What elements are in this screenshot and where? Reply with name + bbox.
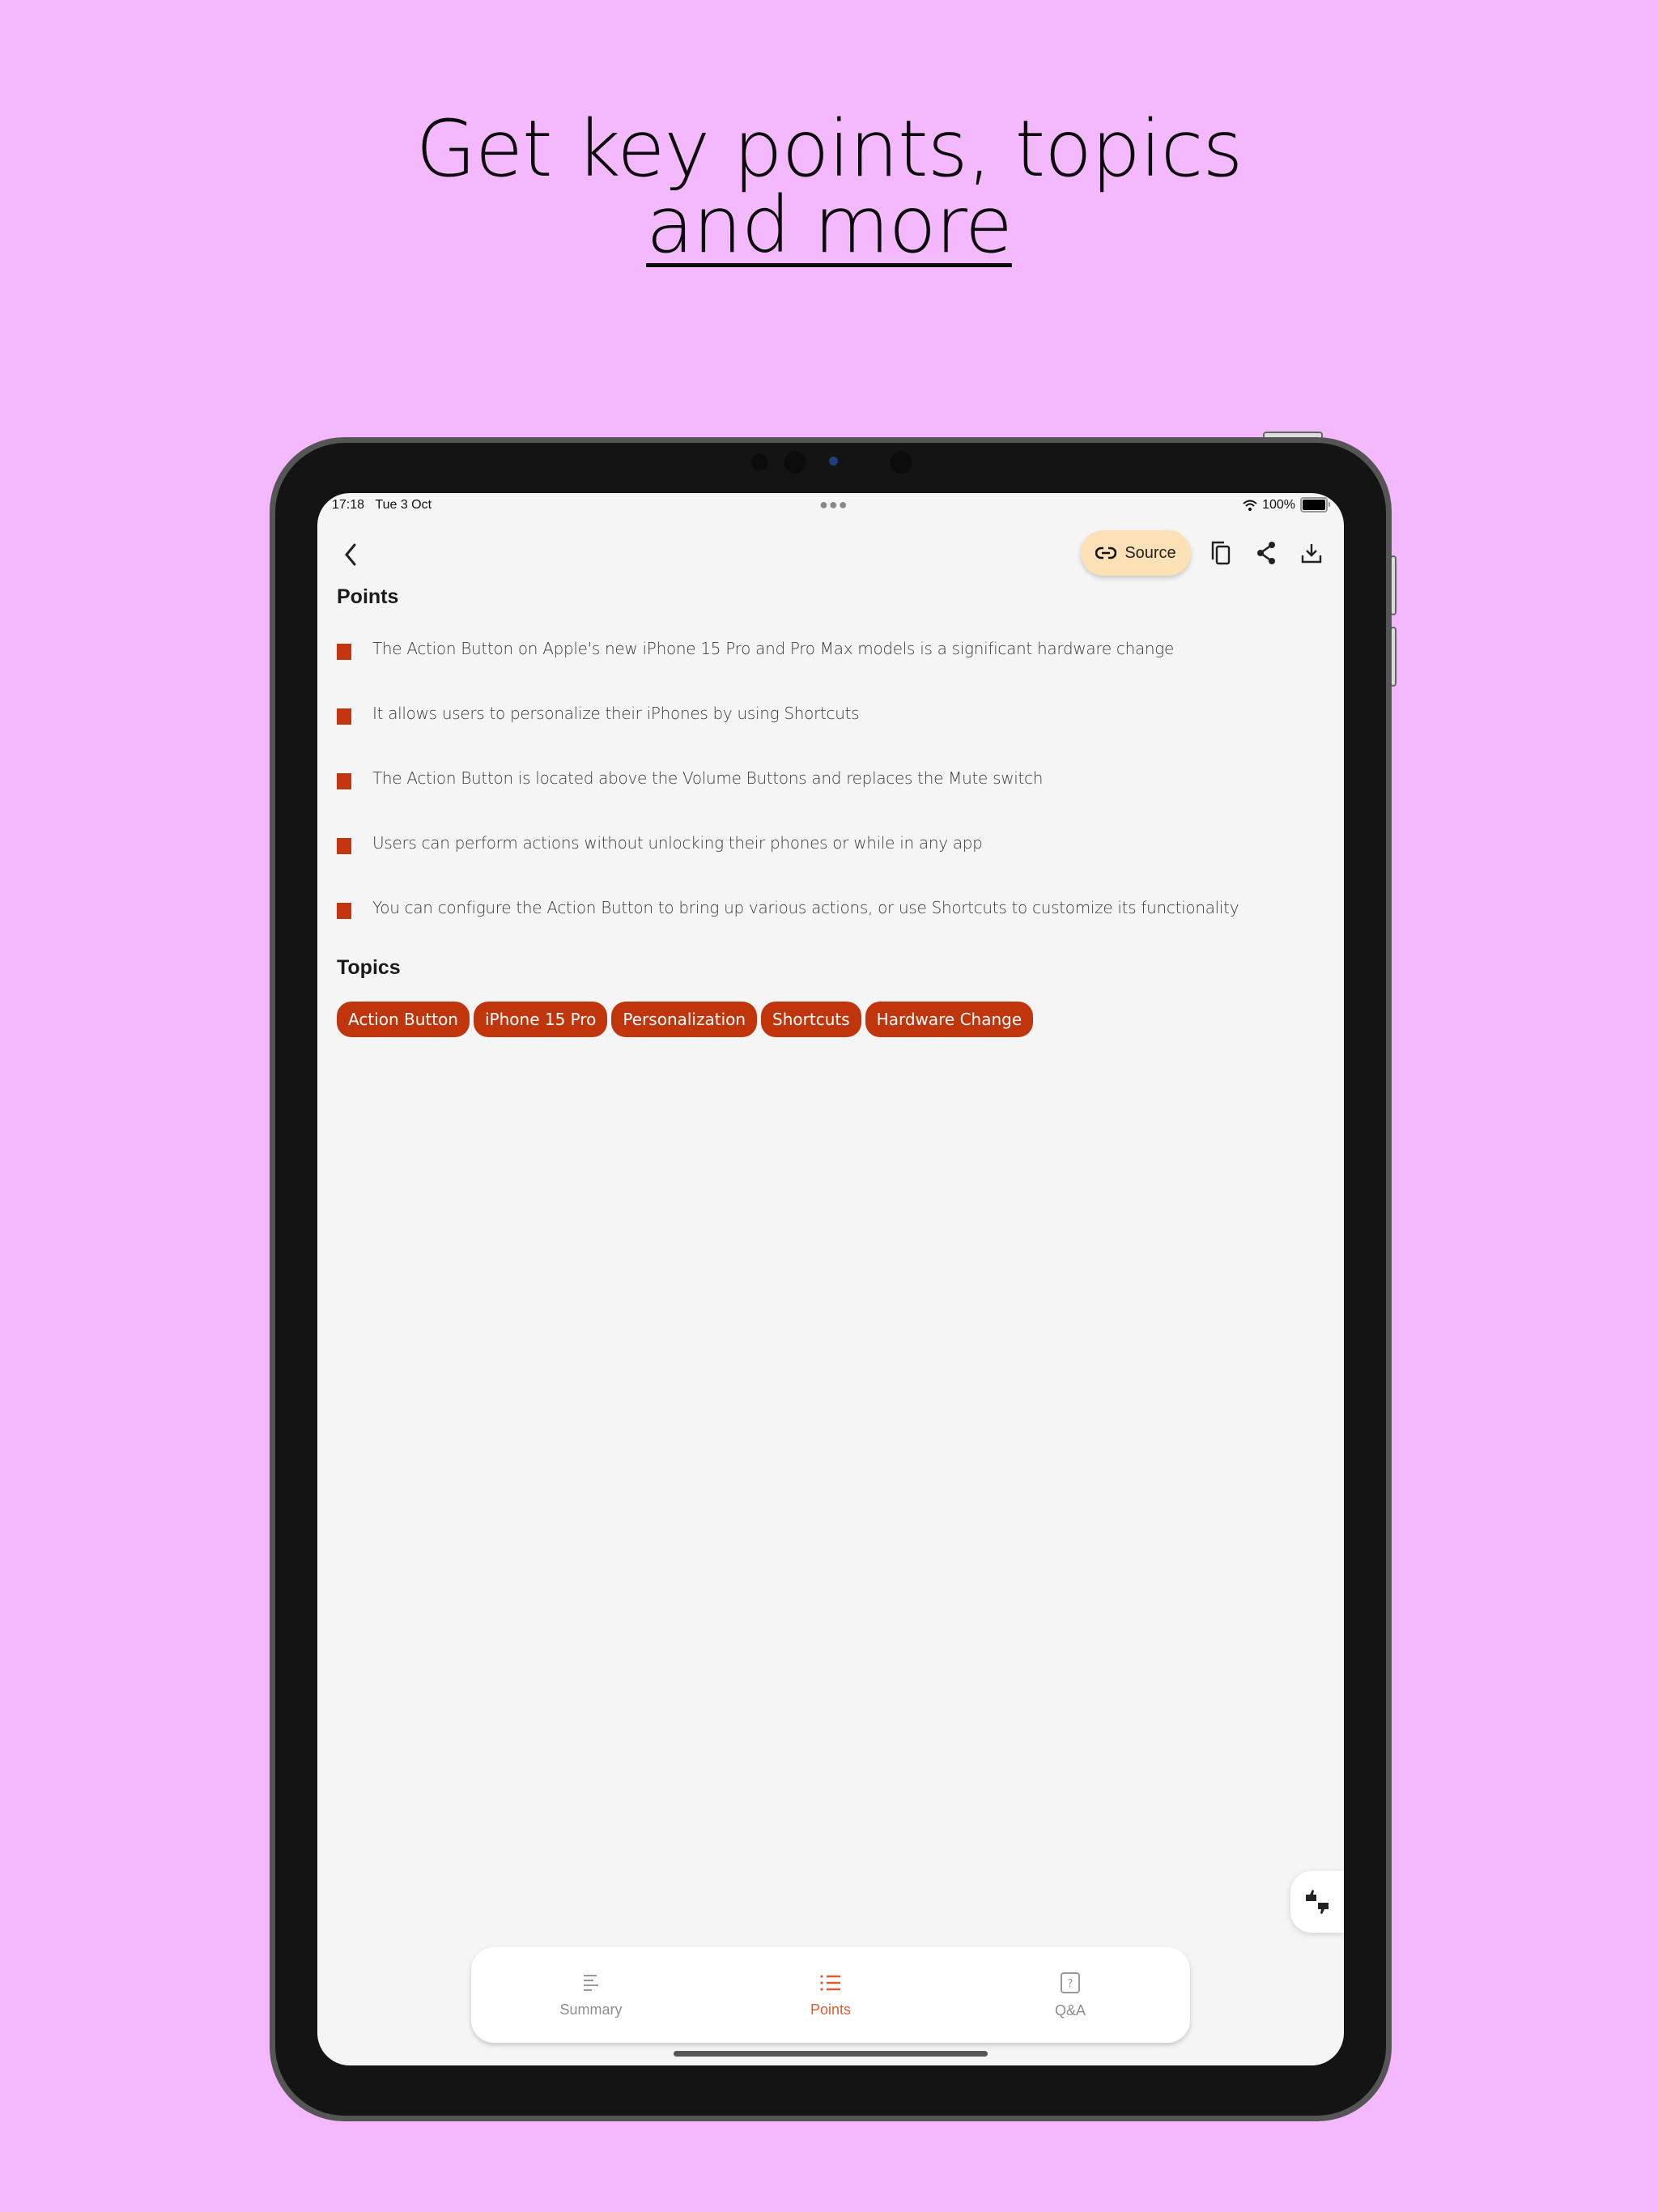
- tab-points[interactable]: Points: [711, 1947, 950, 2043]
- sensor: [784, 451, 806, 474]
- tab-label: Summary: [559, 2001, 623, 2018]
- multitasking-dots-icon[interactable]: ●●●: [819, 496, 848, 513]
- status-time: 17:18 Tue 3 Oct: [332, 498, 432, 513]
- topic-chip[interactable]: Personalization: [611, 1002, 758, 1037]
- headline-line-2: and more: [0, 180, 1658, 270]
- points-list: The Action Button on Apple's new iPhone …: [337, 639, 1308, 963]
- thumbs-up-down-icon: [1306, 1890, 1329, 1914]
- home-indicator[interactable]: [674, 2051, 988, 2057]
- point-item: You can configure the Action Button to b…: [337, 898, 1308, 963]
- time: 17:18: [332, 498, 365, 512]
- back-button[interactable]: [334, 537, 369, 572]
- copy-button[interactable]: [1203, 535, 1239, 571]
- tab-label: Q&A: [1054, 2001, 1086, 2018]
- sensor: [751, 453, 767, 471]
- wifi-icon: [1243, 500, 1257, 511]
- source-button[interactable]: Source: [1081, 530, 1191, 576]
- topics-heading: Topics: [337, 956, 401, 979]
- battery-percent: 100%: [1262, 497, 1295, 512]
- status-bar: 17:18 Tue 3 Oct ●●● 100%: [317, 493, 1344, 521]
- tab-label: Points: [810, 2001, 852, 2018]
- bullet-square-icon: [337, 708, 351, 725]
- copy-icon: [1211, 541, 1231, 565]
- point-item: It allows users to personalize their iPh…: [337, 704, 1308, 768]
- date: Tue 3 Oct: [375, 498, 432, 512]
- points-heading: Points: [337, 585, 399, 608]
- bullet-square-icon: [337, 903, 351, 919]
- app-screen: 17:18 Tue 3 Oct ●●● 100% Source Points T…: [317, 493, 1344, 2065]
- chevron-left-icon: [345, 543, 356, 566]
- battery-icon: [1300, 497, 1330, 513]
- topic-chip[interactable]: Action Button: [337, 1002, 470, 1037]
- tab-summary[interactable]: Summary: [471, 1947, 711, 2043]
- tab-qa[interactable]: ? Q&A: [950, 1947, 1190, 2043]
- list-icon: [820, 1974, 840, 1991]
- bullet-square-icon: [337, 838, 351, 854]
- point-text: The Action Button on Apple's new iPhone …: [372, 639, 1174, 658]
- point-item: The Action Button is located above the V…: [337, 768, 1308, 833]
- topic-chip[interactable]: Shortcuts: [761, 1002, 861, 1037]
- point-item: The Action Button on Apple's new iPhone …: [337, 639, 1308, 704]
- point-text: The Action Button is located above the V…: [372, 768, 1044, 788]
- question-box-icon: ?: [1061, 1972, 1080, 1993]
- download-icon: [1301, 544, 1322, 564]
- headline-underlined: and more: [646, 180, 1013, 270]
- source-label: Source: [1124, 543, 1176, 562]
- point-text: It allows users to personalize their iPh…: [372, 704, 860, 723]
- share-icon: [1257, 542, 1275, 564]
- bullet-square-icon: [337, 773, 351, 789]
- topics-chips: Action Button iPhone 15 Pro Personalizat…: [337, 1002, 1034, 1037]
- share-button[interactable]: [1248, 535, 1284, 571]
- point-text: You can configure the Action Button to b…: [372, 898, 1239, 917]
- bottom-nav: Summary Points ? Q&A: [471, 1947, 1190, 2043]
- sensor: [891, 451, 912, 474]
- download-button[interactable]: [1294, 535, 1329, 571]
- point-item: Users can perform actions without unlock…: [337, 833, 1308, 898]
- feedback-button[interactable]: [1290, 1871, 1344, 1933]
- topic-chip[interactable]: Hardware Change: [865, 1002, 1034, 1037]
- summary-lines-icon: [584, 1974, 598, 1991]
- point-text: Users can perform actions without unlock…: [372, 833, 983, 853]
- link-icon: [1095, 547, 1117, 559]
- status-right: 100%: [1243, 497, 1330, 513]
- topic-chip[interactable]: iPhone 15 Pro: [474, 1002, 608, 1037]
- bullet-square-icon: [337, 644, 351, 660]
- front-camera: [829, 457, 838, 466]
- svg-text:?: ?: [1068, 1978, 1073, 1990]
